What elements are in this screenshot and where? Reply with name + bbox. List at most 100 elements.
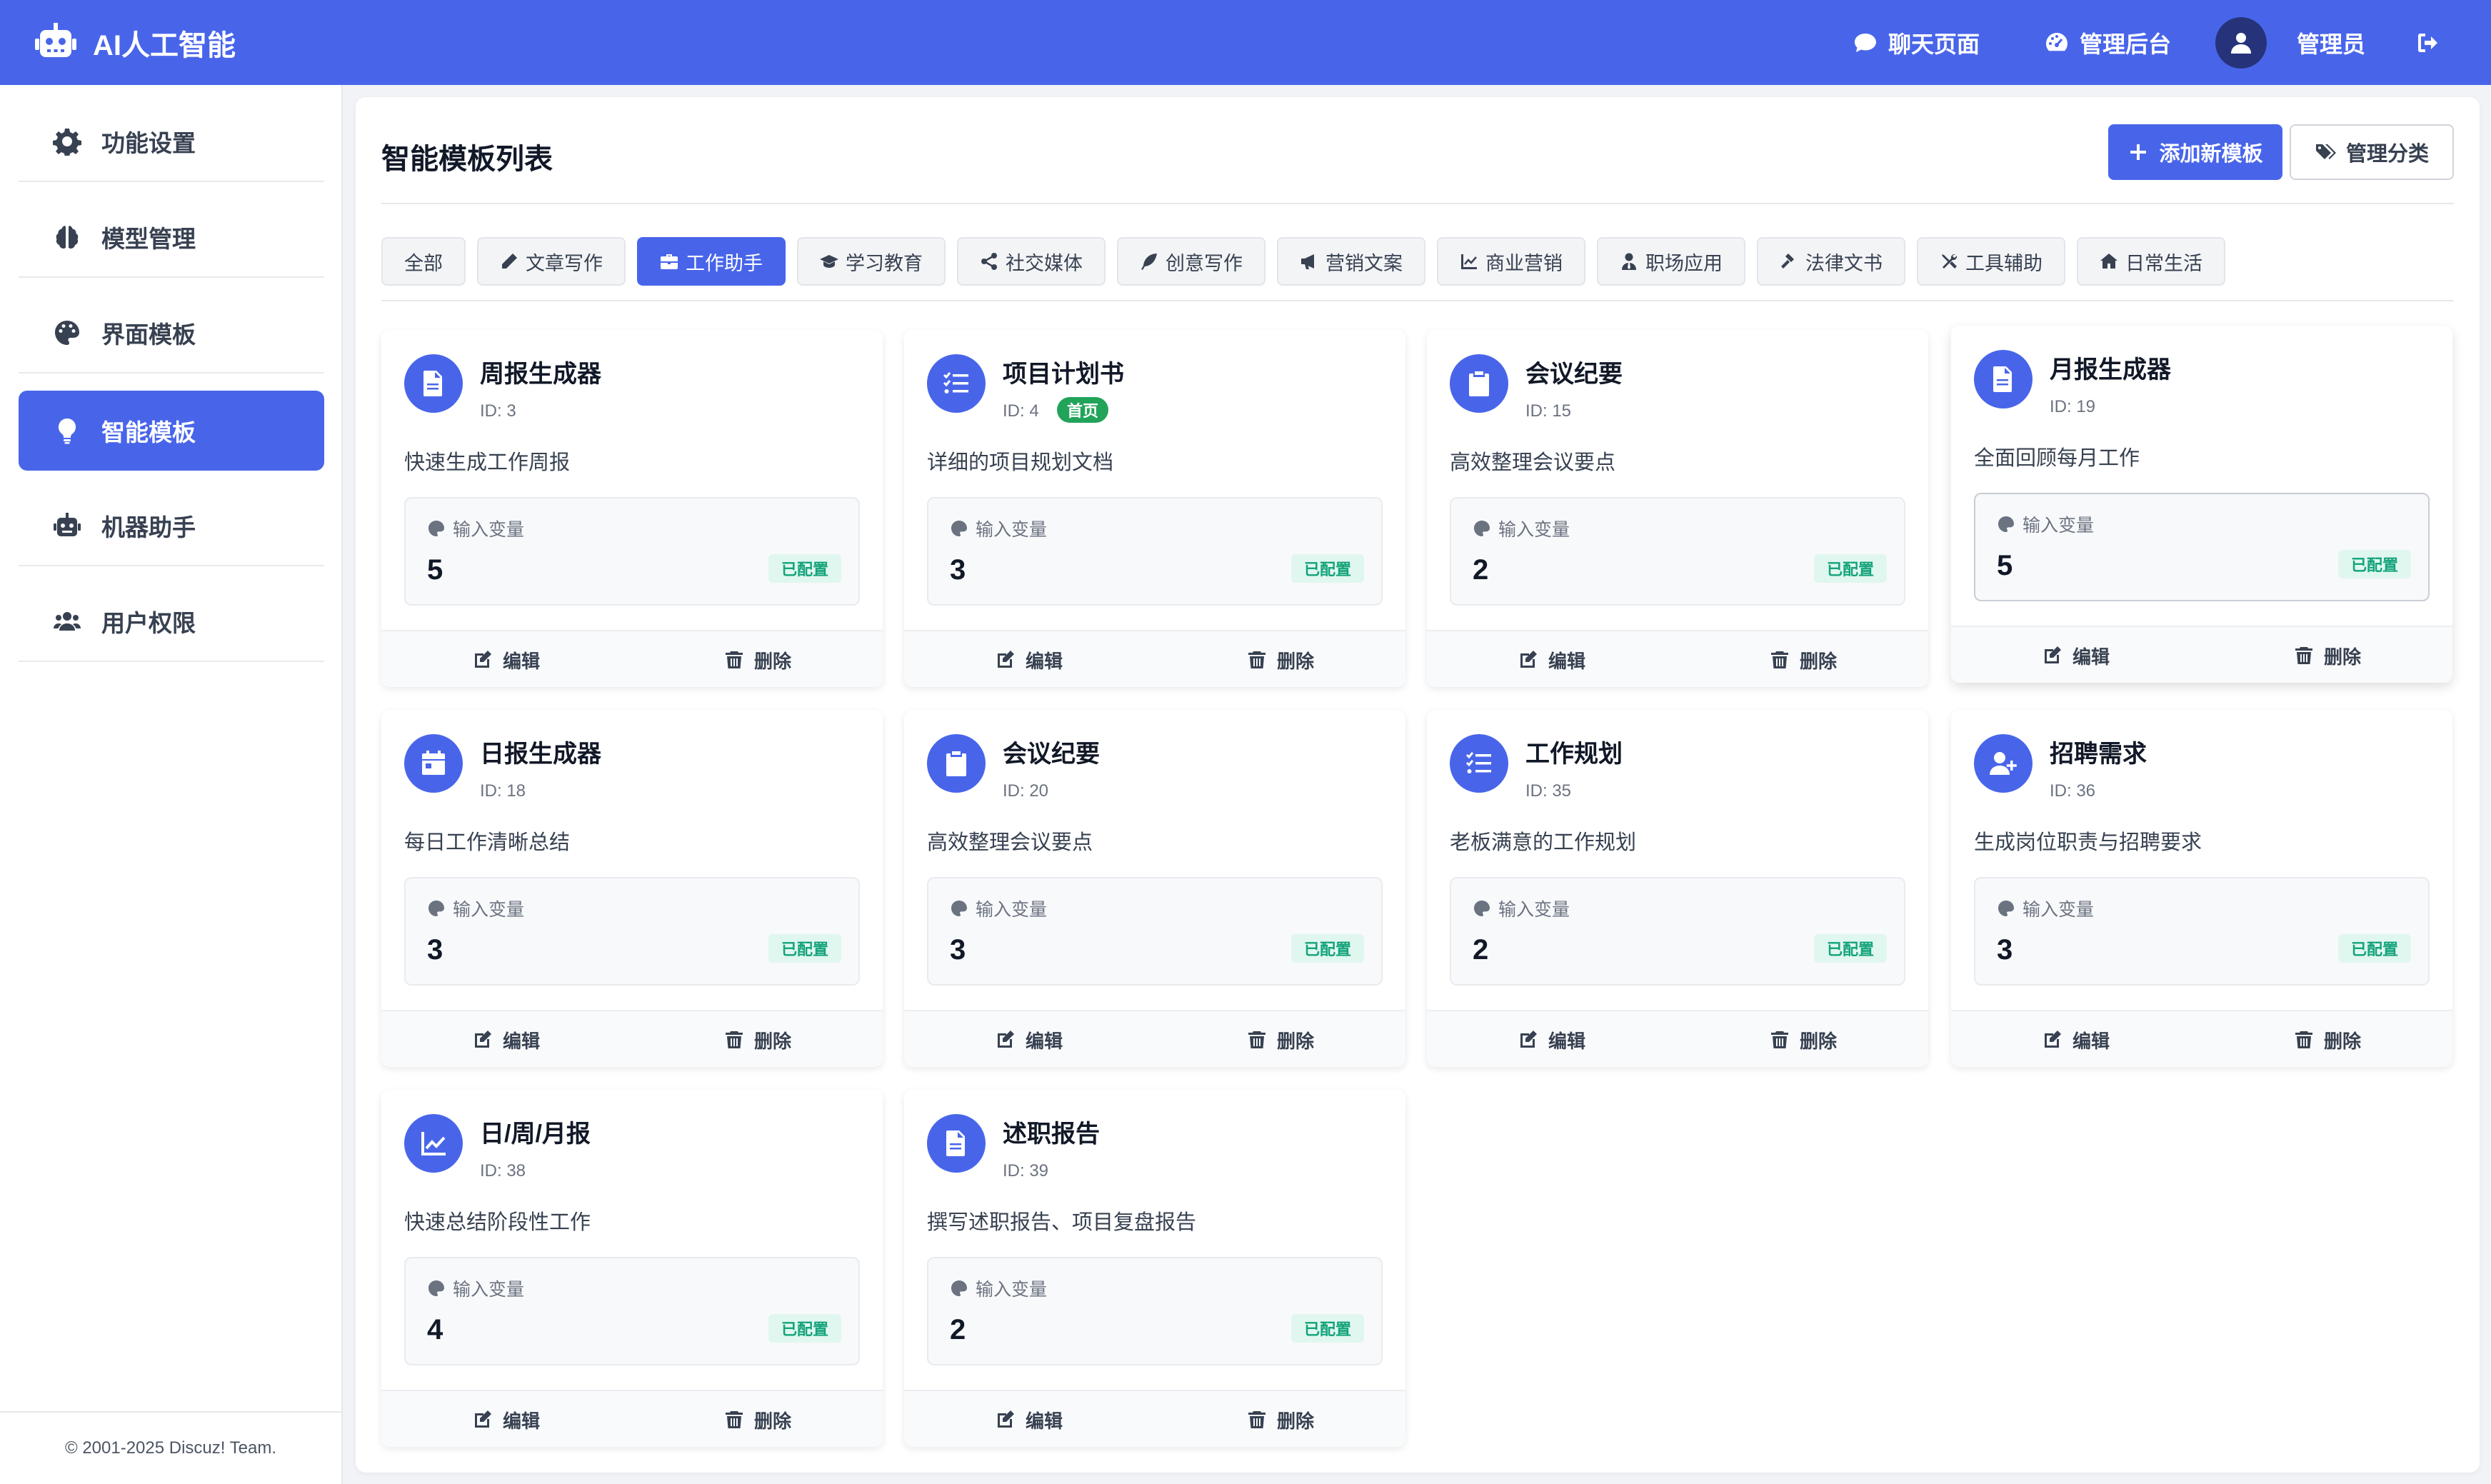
- avatar[interactable]: [2215, 16, 2267, 69]
- filter-label: 创意写作: [1166, 252, 1243, 274]
- filter-creative-writing[interactable]: 创意写作: [1117, 237, 1265, 286]
- palette-icon: [55, 321, 79, 345]
- edit-button[interactable]: 编辑: [2043, 627, 2110, 684]
- card-description: 老板满意的工作规划: [1450, 831, 1637, 854]
- card-actions: 编辑 删除: [381, 1390, 883, 1447]
- card-title: 月报生成器: [2050, 356, 2171, 383]
- sidebar-item-smart-templates[interactable]: 智能模板: [19, 391, 324, 471]
- edit-button[interactable]: 编辑: [473, 1011, 540, 1068]
- card-id: ID: 15: [1525, 401, 1572, 421]
- card-id: ID: 4: [1003, 401, 1039, 421]
- filter-education[interactable]: 学习教育: [797, 237, 946, 286]
- delete-button[interactable]: 删除: [2294, 1011, 2361, 1068]
- filter-label: 职场应用: [1645, 252, 1723, 274]
- delete-button[interactable]: 删除: [1770, 631, 1837, 688]
- input-variables-count: 3: [950, 554, 966, 586]
- card-id: ID: 36: [2050, 781, 2096, 801]
- trash-icon: [2295, 1031, 2312, 1048]
- card-actions: 编辑 删除: [1951, 1010, 2452, 1067]
- delete-button[interactable]: 删除: [724, 631, 791, 688]
- edit-icon: [1520, 1031, 1537, 1048]
- calendar-icon: [422, 751, 445, 775]
- sidebar-item-user-permissions[interactable]: 用户权限: [19, 582, 324, 662]
- input-variables-label: 输入变量: [427, 896, 524, 921]
- card-icon-circle: [927, 734, 986, 793]
- edit-button[interactable]: 编辑: [1518, 1011, 1585, 1068]
- edit-button[interactable]: 编辑: [996, 631, 1063, 688]
- card-description: 高效整理会议要点: [1450, 451, 1616, 474]
- card-actions: 编辑 删除: [381, 1010, 883, 1067]
- add-template-button[interactable]: 添加新模板: [2108, 124, 2282, 180]
- filter-all[interactable]: 全部: [381, 237, 466, 286]
- template-card: 工作规划 ID: 35 老板满意的工作规划 输入变量 2 已配置 编辑 删除: [1427, 710, 1928, 1067]
- filter-article-writing[interactable]: 文章写作: [477, 237, 626, 286]
- input-variables-box: 输入变量 4 已配置: [404, 1257, 860, 1365]
- palette-icon: [428, 901, 444, 916]
- chart-line-icon: [1461, 254, 1477, 269]
- input-variables-label: 输入变量: [1473, 896, 1570, 921]
- palette-icon: [1998, 901, 2014, 916]
- filter-label: 营销文案: [1325, 252, 1403, 274]
- edit-button[interactable]: 编辑: [996, 1391, 1063, 1448]
- filter-daily-life[interactable]: 日常生活: [2077, 237, 2225, 286]
- filter-label: 法律文书: [1805, 252, 1883, 274]
- add-template-label: 添加新模板: [2159, 143, 2263, 166]
- edit-button[interactable]: 编辑: [473, 631, 540, 688]
- chat-page-link[interactable]: 聊天页面: [1853, 26, 1980, 59]
- manage-categories-label: 管理分类: [2345, 143, 2429, 166]
- filter-workplace[interactable]: 职场应用: [1597, 237, 1745, 286]
- configured-badge: 已配置: [768, 1314, 841, 1343]
- card-id: ID: 3: [480, 401, 516, 421]
- sidebar-item-model-management[interactable]: 模型管理: [19, 198, 324, 278]
- edit-button[interactable]: 编辑: [473, 1391, 540, 1448]
- filter-marketing-copy[interactable]: 营销文案: [1277, 237, 1425, 286]
- delete-button[interactable]: 删除: [2294, 627, 2361, 684]
- delete-button[interactable]: 删除: [1247, 631, 1314, 688]
- configured-badge: 已配置: [1813, 554, 1887, 583]
- card-icon-circle: [404, 734, 463, 793]
- user-name[interactable]: 管理员: [2297, 26, 2365, 59]
- delete-button[interactable]: 删除: [1247, 1391, 1314, 1448]
- card-title: 招聘需求: [2050, 741, 2147, 768]
- configured-badge: 已配置: [2337, 550, 2411, 578]
- delete-button[interactable]: 删除: [1770, 1011, 1837, 1068]
- users-icon: [54, 612, 81, 631]
- trash-icon: [1248, 651, 1265, 668]
- filter-legal-docs[interactable]: 法律文书: [1757, 237, 1905, 286]
- palette-icon: [951, 901, 967, 916]
- delete-button[interactable]: 删除: [724, 1391, 791, 1448]
- feather-icon: [1141, 254, 1157, 270]
- card-id: ID: 19: [2050, 397, 2096, 416]
- card-id: ID: 38: [480, 1161, 526, 1180]
- filter-social-media[interactable]: 社交媒体: [957, 237, 1106, 286]
- card-actions: 编辑 删除: [904, 1010, 1405, 1067]
- robot-icon: [35, 22, 76, 57]
- admin-panel-link[interactable]: 管理后台: [2044, 26, 2171, 59]
- edit-button[interactable]: 编辑: [2043, 1011, 2110, 1068]
- palette-icon: [428, 521, 444, 536]
- sidebar-item-ui-templates[interactable]: 界面模板: [19, 294, 324, 373]
- filter-label: 工作助手: [686, 252, 763, 274]
- input-variables-label: 输入变量: [950, 516, 1047, 541]
- delete-button[interactable]: 删除: [724, 1011, 791, 1068]
- input-variables-count: 5: [427, 554, 443, 586]
- delete-button[interactable]: 删除: [1247, 1011, 1314, 1068]
- manage-categories-button[interactable]: 管理分类: [2290, 124, 2454, 180]
- edit-button[interactable]: 编辑: [996, 1011, 1063, 1068]
- input-variables-label: 输入变量: [1473, 516, 1570, 541]
- admin-panel-label: 管理后台: [2079, 31, 2171, 57]
- clipboard-icon: [1469, 371, 1489, 396]
- sidebar-item-feature-settings[interactable]: 功能设置: [19, 102, 324, 182]
- filter-work-assistant[interactable]: 工作助手: [637, 237, 786, 286]
- brand[interactable]: AI人工智能: [33, 20, 236, 66]
- card-id: ID: 35: [1525, 781, 1572, 801]
- palette-icon: [951, 521, 967, 536]
- filter-business-marketing[interactable]: 商业营销: [1437, 237, 1585, 286]
- edit-button[interactable]: 编辑: [1518, 631, 1585, 688]
- edit-icon: [2045, 646, 2061, 663]
- filter-label: 全部: [404, 252, 443, 274]
- trash-icon: [726, 1031, 743, 1048]
- sidebar-item-robot-assistant[interactable]: 机器助手: [19, 486, 324, 566]
- logout-icon[interactable]: [2415, 30, 2441, 56]
- filter-tools[interactable]: 工具辅助: [1917, 237, 2065, 286]
